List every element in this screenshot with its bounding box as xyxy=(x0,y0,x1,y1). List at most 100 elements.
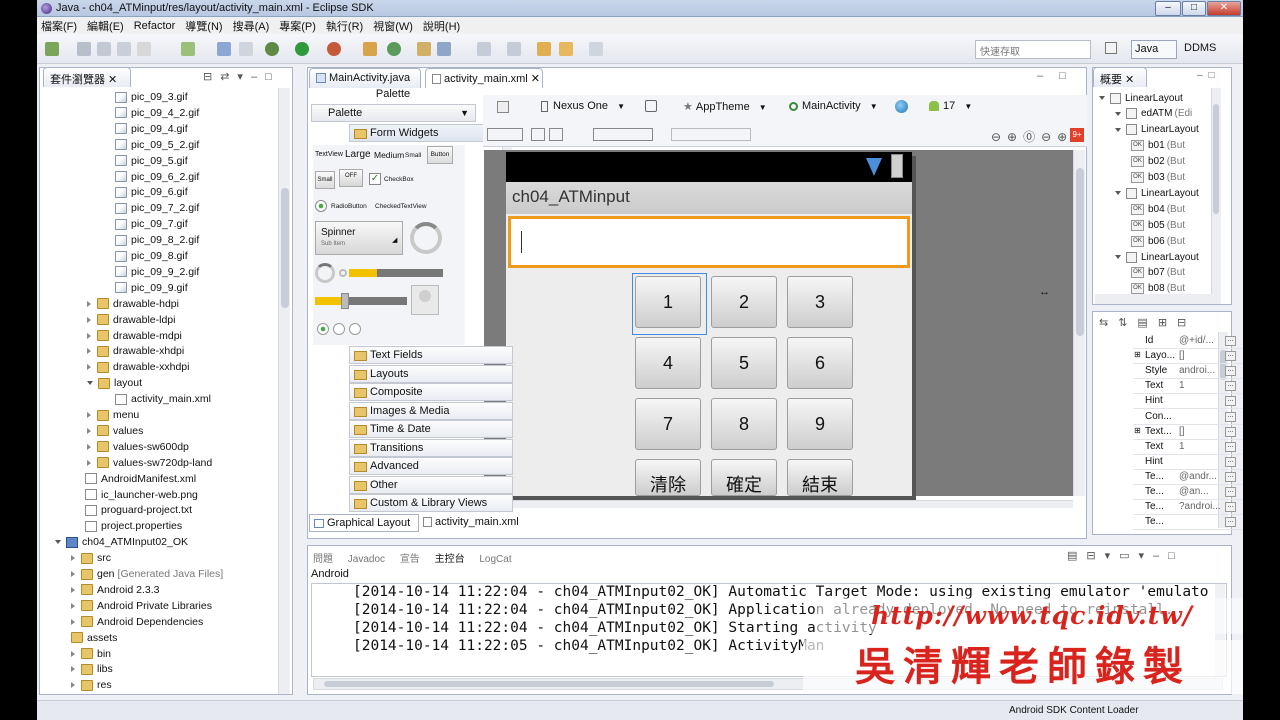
widget-progress-horizontal[interactable] xyxy=(349,269,443,277)
property-edit-button[interactable]: ... xyxy=(1225,471,1236,482)
search-tool-icon[interactable] xyxy=(437,42,451,56)
widget-medium-text[interactable]: Medium xyxy=(374,150,404,160)
outline-item[interactable]: OK b04 (But xyxy=(1131,201,1185,217)
annotation-icon[interactable] xyxy=(477,42,491,56)
outline-min-max[interactable]: –□ xyxy=(1197,70,1221,81)
tree-row-gif-file[interactable]: pic_09_6_2.gif xyxy=(115,169,199,185)
resize-handle-icon[interactable]: ↔ xyxy=(1039,286,1050,298)
expand-arrow-icon[interactable] xyxy=(71,650,75,657)
tree-row-res-folder[interactable]: values-sw720dp-land xyxy=(87,455,212,471)
tab-mainactivity-java[interactable]: MainActivity.java xyxy=(309,68,421,88)
android-sdk-icon[interactable] xyxy=(137,42,151,56)
outline-scrollbar[interactable] xyxy=(1211,88,1221,294)
widget-toggle-button[interactable]: OFF xyxy=(339,169,363,187)
outline-item[interactable]: OK b05 (But xyxy=(1131,217,1185,233)
close-button[interactable]: ✕ xyxy=(1207,1,1241,16)
collapse-arrow-icon[interactable] xyxy=(1115,127,1121,132)
tree-row-layout-folder[interactable]: layout xyxy=(87,375,142,391)
expand-arrow-icon[interactable] xyxy=(87,427,91,434)
tree-row-project-item[interactable]: Android 2.3.3 xyxy=(71,582,159,598)
tree-row-gif-file[interactable]: pic_09_9.gif xyxy=(115,280,188,296)
property-edit-button[interactable]: ... xyxy=(1225,456,1236,467)
match-height-icon[interactable] xyxy=(549,128,563,141)
tree-row-res-folder[interactable]: menu xyxy=(87,407,139,423)
property-edit-button[interactable]: ... xyxy=(1225,411,1236,422)
package-explorer-tab[interactable]: 套件瀏覽器 ✕ xyxy=(43,67,131,87)
tree-row-res-folder[interactable]: values-sw600dp xyxy=(87,439,189,455)
forward-icon[interactable] xyxy=(589,42,603,56)
tree-row-gif-file[interactable]: pic_09_7_2.gif xyxy=(115,200,199,216)
palette-selector[interactable]: Palette ▼ xyxy=(311,104,476,122)
property-edit-button[interactable]: ... xyxy=(1225,517,1236,528)
layout-toggle-icons[interactable] xyxy=(487,128,523,141)
margins-icons[interactable] xyxy=(671,128,751,141)
expand-arrow-icon[interactable] xyxy=(87,364,91,371)
canvas-hscrollbar[interactable] xyxy=(483,500,1073,508)
tree-row-project[interactable]: ch04_ATMInput02_OK xyxy=(55,534,188,550)
outline-item[interactable]: LinearLayout xyxy=(1099,90,1183,106)
android-vd-icon[interactable] xyxy=(217,42,231,56)
property-row[interactable]: Te...... xyxy=(1133,515,1243,531)
expand-arrow-icon[interactable] xyxy=(87,348,91,355)
property-edit-button[interactable]: ... xyxy=(1225,487,1236,497)
last-edit-icon[interactable] xyxy=(537,42,551,56)
widget-small-button[interactable]: Small xyxy=(315,171,335,189)
activity-selector[interactable]: MainActivity ▼ xyxy=(789,98,909,116)
minimize-button[interactable]: – xyxy=(1155,1,1181,16)
expand-arrow-icon[interactable] xyxy=(71,571,75,577)
palette-cat[interactable]: Advanced xyxy=(349,457,513,475)
save-all-icon[interactable] xyxy=(97,42,111,56)
menu-window[interactable]: 視窗(W) xyxy=(373,18,413,34)
property-edit-button[interactable]: ... xyxy=(1225,502,1236,513)
tree-row-root-file[interactable]: proguard-project.txt xyxy=(85,502,192,518)
orientation-icon[interactable] xyxy=(645,100,657,112)
property-row[interactable]: Con...... xyxy=(1133,410,1243,425)
config-icon[interactable] xyxy=(497,101,509,113)
widget-progress-normal[interactable] xyxy=(315,263,335,283)
collapse-arrow-icon[interactable] xyxy=(1115,191,1121,196)
tree-row-gif-file[interactable]: pic_09_4_2.gif xyxy=(115,105,199,121)
widget-radio-icon[interactable] xyxy=(315,200,327,212)
property-value[interactable]: 1 xyxy=(1179,441,1225,452)
property-row[interactable]: ⊞ Text... []... xyxy=(1133,425,1243,440)
property-row[interactable]: Te... @an...... xyxy=(1133,485,1243,500)
tree-row-drawable-folder[interactable]: drawable-xhdpi xyxy=(87,343,184,359)
tab-declaration[interactable]: 宣告 xyxy=(400,554,420,565)
tree-row-root-file[interactable]: ic_launcher-web.png xyxy=(85,487,198,503)
tab-javadoc[interactable]: Javadoc xyxy=(348,554,385,565)
collapse-arrow-icon[interactable] xyxy=(1115,111,1121,116)
property-edit-button[interactable]: ... xyxy=(1225,336,1236,346)
tab-xml-source[interactable]: activity_main.xml xyxy=(419,514,529,532)
tree-row-root-file[interactable]: project.properties xyxy=(85,518,182,534)
palette-cat[interactable]: Layouts xyxy=(349,364,513,383)
palette-cat[interactable]: Text Fields xyxy=(349,346,513,364)
property-edit-button[interactable]: ... xyxy=(1225,366,1236,377)
outline-item[interactable]: OK b06 (But xyxy=(1131,233,1185,249)
checkbox-tool-icon[interactable] xyxy=(181,42,195,56)
gravity-icons[interactable] xyxy=(593,128,653,141)
keypad-button-12[interactable]: 結束 xyxy=(787,459,853,496)
keypad-button-2[interactable]: 2 xyxy=(711,276,777,328)
lint-warnings-icon[interactable]: 9+ xyxy=(1070,128,1084,142)
menu-run[interactable]: 執行(R) xyxy=(326,18,363,34)
expand-arrow-icon[interactable] xyxy=(71,666,75,673)
property-edit-button[interactable]: ... xyxy=(1225,396,1236,407)
widget-small-text[interactable]: Small xyxy=(405,152,421,159)
back-icon[interactable] xyxy=(559,42,573,56)
canvas-scrollbar[interactable] xyxy=(1073,150,1085,496)
expand-arrow-icon[interactable] xyxy=(71,586,75,593)
widget-rating-star3[interactable] xyxy=(349,323,361,335)
widget-progress-small[interactable] xyxy=(339,269,347,277)
tab-activity-main-xml[interactable]: activity_main.xml ✕ xyxy=(425,68,543,88)
outline-item[interactable]: OK b03 (But xyxy=(1131,170,1185,186)
widget-checkbox-icon[interactable]: ✓ xyxy=(369,173,381,185)
property-row[interactable]: Te... ?androi...... xyxy=(1133,500,1243,516)
locale-globe-icon[interactable] xyxy=(895,100,908,113)
zoom-controls[interactable]: ⊖⊕⓪⊖⊕ xyxy=(991,128,1071,144)
outline-item[interactable]: OK b07 (But xyxy=(1131,265,1185,281)
property-value[interactable]: [] xyxy=(1179,350,1225,361)
keypad-button-3[interactable]: 3 xyxy=(787,276,853,328)
property-edit-button[interactable]: ... xyxy=(1225,381,1236,392)
outline-item[interactable]: OK b02 (But xyxy=(1131,154,1185,170)
expand-arrow-icon[interactable] xyxy=(87,332,91,339)
